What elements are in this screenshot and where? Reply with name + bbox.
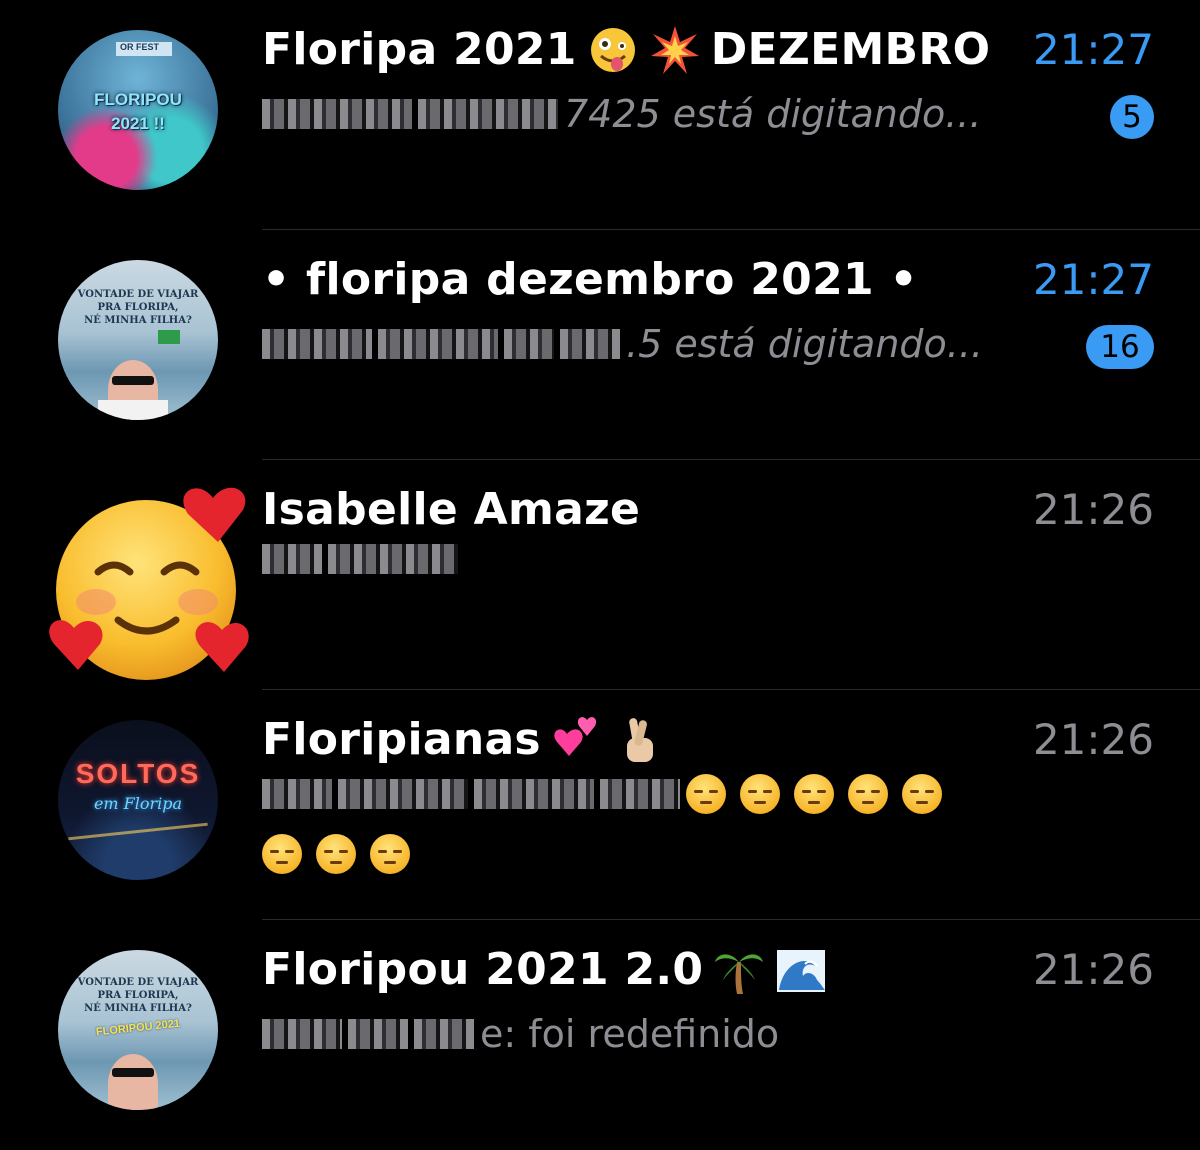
chat-title: Floripa 2021 DEZEMBRO — [262, 20, 990, 80]
chat-timestamp: 21:26 — [1032, 485, 1154, 534]
chat-preview — [262, 774, 1022, 814]
stage-banner: OR FEST — [116, 42, 172, 56]
chat-preview-text: .5 está digitando... — [626, 322, 984, 366]
chat-title-text: Floripa 2021 — [262, 24, 577, 75]
redacted-phone — [504, 329, 554, 359]
avatar-text-line: 2021 !! — [111, 114, 165, 133]
person-photo — [108, 1054, 158, 1110]
pensive-face-icon — [794, 774, 834, 814]
avatar-text-line: VONTADE DE VIAJAR — [77, 977, 199, 988]
chat-timestamp: 21:27 — [1032, 255, 1154, 304]
group-avatar[interactable]: SOLTOS em Floripa — [58, 720, 218, 880]
chat-preview-text: 7425 está digitando... — [564, 92, 982, 136]
collision-icon — [650, 26, 699, 74]
redacted-text — [338, 779, 468, 809]
chat-preview-text: e: foi redefinido — [480, 1012, 780, 1056]
redacted-text — [328, 544, 458, 574]
redacted-phone — [262, 329, 372, 359]
pensive-face-icon — [902, 774, 942, 814]
chat-preview: e: foi redefinido — [262, 1004, 1022, 1064]
avatar-text-line: VONTADE DE VIAJAR — [77, 289, 199, 300]
pensive-face-icon — [262, 834, 302, 874]
crossed-fingers-icon — [626, 718, 653, 762]
chat-row-floripianas[interactable]: SOLTOS em Floripa Floripianas 21:26 — [0, 690, 1200, 920]
redacted-text — [474, 779, 594, 809]
redacted-phone — [262, 99, 412, 129]
water-wave-icon — [777, 950, 826, 992]
avatar-text-line: NÉ MINHA FILHA? — [84, 1003, 192, 1014]
person-shirt — [98, 400, 168, 420]
chat-preview: .5 está digitando... — [262, 314, 1022, 374]
chat-row-isabelle-amaze[interactable]: Isabelle Amaze 21:26 — [0, 460, 1200, 690]
pensive-face-icon — [370, 834, 410, 874]
chat-title-suffix: DEZEMBRO — [710, 24, 991, 75]
redacted-text — [262, 779, 332, 809]
chat-timestamp: 21:26 — [1032, 945, 1154, 994]
chat-timestamp: 21:26 — [1032, 715, 1154, 764]
chat-title-text: Floripou 2021 2.0 — [262, 944, 704, 995]
sunglasses — [112, 1068, 154, 1077]
unread-badge: 5 — [1110, 95, 1154, 139]
palm-tree-icon — [715, 954, 764, 994]
chat-row-floripa-2021[interactable]: OR FEST FLORIPOU 2021 !! Floripa 2021 DE… — [0, 0, 1200, 230]
redacted-phone — [378, 329, 498, 359]
chat-title: Floripou 2021 2.0 — [262, 940, 827, 1000]
pensive-face-icon — [848, 774, 888, 814]
zany-face-icon — [590, 28, 635, 72]
unread-badge: 16 — [1086, 325, 1154, 369]
chat-list: OR FEST FLORIPOU 2021 !! Floripa 2021 DE… — [0, 0, 1200, 1110]
chat-row-floripou-2021-2[interactable]: VONTADE DE VIAJAR PRA FLORIPA, NÉ MINHA … — [0, 920, 1200, 1150]
chat-preview-line-2 — [262, 834, 1022, 874]
avatar-text-line: FLORIPOU 2021 — [95, 1017, 181, 1039]
redacted-name — [348, 1019, 408, 1049]
chat-timestamp: 21:27 — [1032, 25, 1154, 74]
sunglasses — [112, 376, 154, 385]
smiling-face-with-hearts-icon[interactable] — [48, 480, 249, 680]
pensive-face-icon — [686, 774, 726, 814]
chat-title-text: Isabelle Amaze — [262, 484, 641, 535]
redacted-text — [600, 779, 680, 809]
chat-preview — [262, 544, 1022, 574]
avatar-text-line: NÉ MINHA FILHA? — [84, 315, 192, 326]
chat-title-text: Floripianas — [262, 714, 541, 765]
redacted-phone — [418, 99, 558, 129]
pensive-face-icon — [740, 774, 780, 814]
chat-title: Isabelle Amaze — [262, 480, 640, 540]
chat-preview: 7425 está digitando... — [262, 84, 1022, 144]
group-avatar[interactable]: VONTADE DE VIAJAR PRA FLORIPA, NÉ MINHA … — [58, 950, 218, 1110]
chat-title: Floripianas — [262, 710, 665, 770]
avatar-text-line: FLORIPOU — [94, 90, 182, 109]
bridge-lights — [68, 822, 208, 841]
group-avatar[interactable]: VONTADE DE VIAJAR PRA FLORIPA, NÉ MINHA … — [58, 260, 218, 420]
avatar-text-line: PRA FLORIPA, — [97, 990, 179, 1001]
group-avatar[interactable]: OR FEST FLORIPOU 2021 !! — [58, 30, 218, 190]
avatar-text-line: em Floripa — [93, 794, 183, 813]
redacted-name — [262, 1019, 342, 1049]
flag-icon — [158, 330, 180, 344]
chat-title-text: • floripa dezembro 2021 • — [262, 254, 918, 305]
banner-text: OR FEST — [120, 42, 160, 52]
avatar-text-line: SOLTOS — [75, 758, 201, 789]
avatar-text-line: PRA FLORIPA, — [97, 302, 179, 313]
redacted-text — [262, 544, 322, 574]
two-hearts-icon — [554, 717, 597, 756]
redacted-phone — [560, 329, 620, 359]
redacted-name — [414, 1019, 474, 1049]
pensive-face-icon — [316, 834, 356, 874]
chat-row-floripa-dezembro-2021[interactable]: VONTADE DE VIAJAR PRA FLORIPA, NÉ MINHA … — [0, 230, 1200, 460]
chat-title: • floripa dezembro 2021 • — [262, 250, 918, 310]
